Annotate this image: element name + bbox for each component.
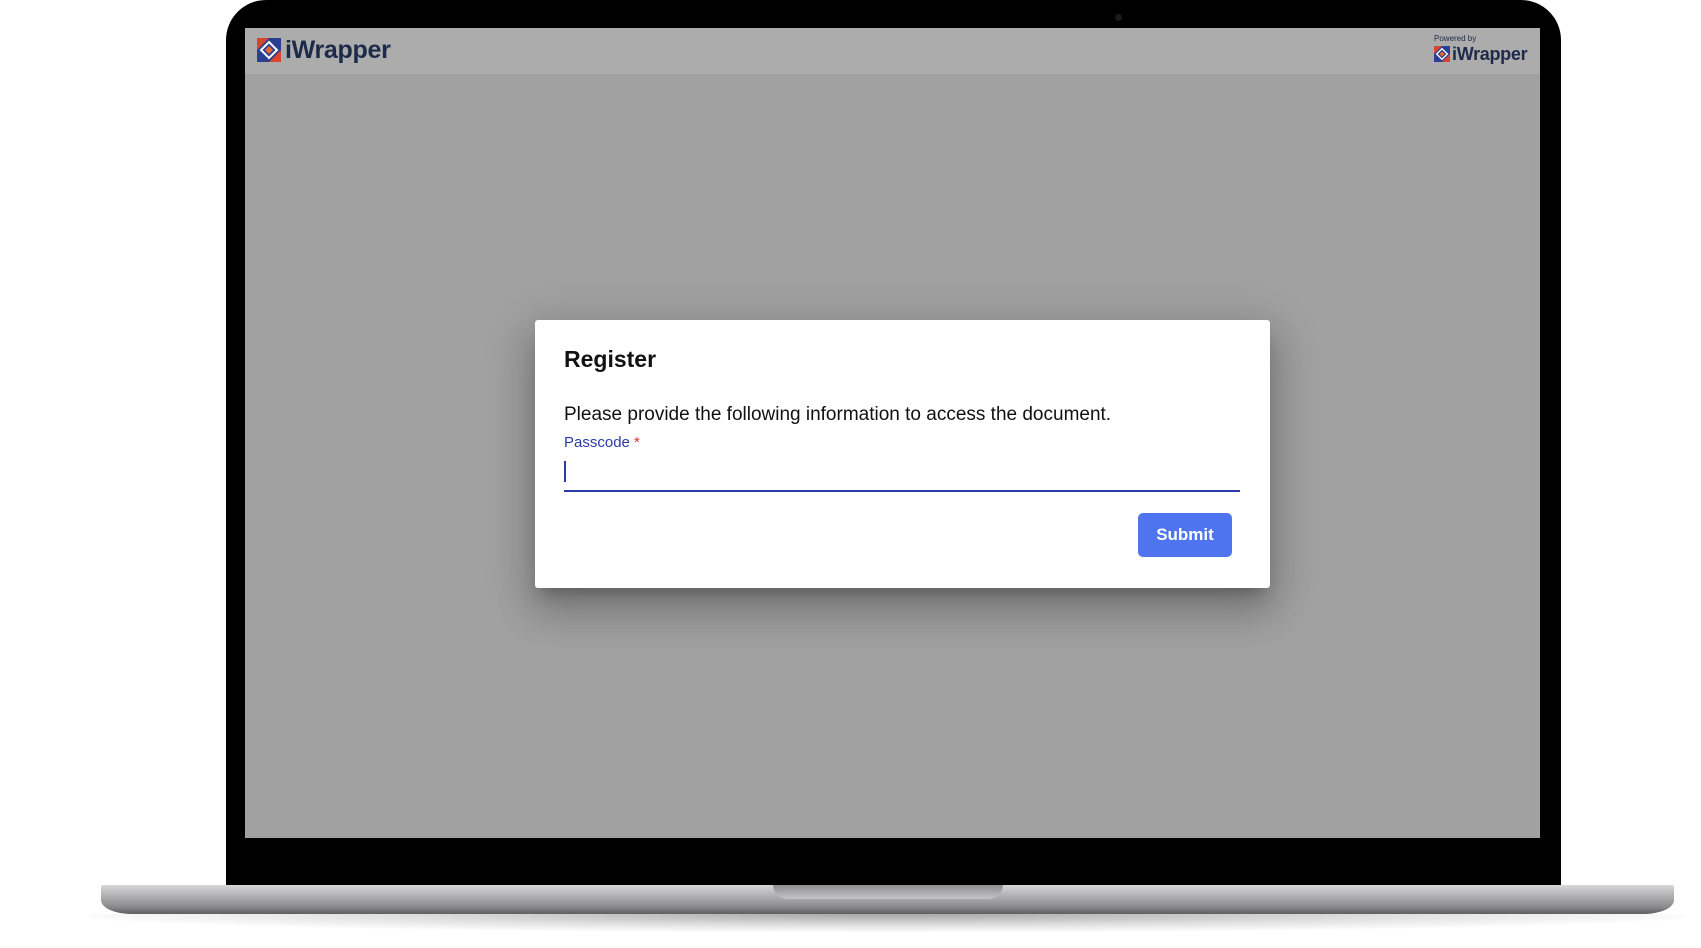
- passcode-label: Passcode *: [564, 434, 640, 451]
- submit-button[interactable]: Submit: [1138, 513, 1232, 557]
- powered-by-label: Powered by: [1434, 34, 1477, 43]
- iwrapper-logo-icon: [257, 38, 281, 62]
- passcode-label-text: Passcode: [564, 434, 630, 451]
- text-cursor: [564, 461, 566, 482]
- iwrapper-logo-icon: [1434, 46, 1450, 62]
- browser-screen: iWrapper Powered by iWrapper Register Pl…: [245, 28, 1540, 838]
- powered-by-badge[interactable]: Powered by iWrapper: [1434, 34, 1534, 68]
- powered-by-brand-name: iWrapper: [1452, 44, 1528, 64]
- camera-icon: [1115, 14, 1122, 21]
- dialog-message: Please provide the following information…: [564, 404, 1112, 425]
- register-dialog: Register Please provide the following in…: [535, 320, 1270, 588]
- app-header: iWrapper Powered by iWrapper: [245, 28, 1540, 74]
- laptop-shadow: [90, 914, 1685, 932]
- required-marker: *: [634, 434, 640, 451]
- brand-name: iWrapper: [285, 36, 391, 64]
- laptop-mockup: iWrapper Powered by iWrapper Register Pl…: [0, 0, 1701, 948]
- dialog-title: Register: [564, 346, 657, 372]
- laptop-hinge-notch: [773, 885, 1003, 899]
- passcode-input[interactable]: [564, 454, 1240, 492]
- brand-logo[interactable]: iWrapper: [257, 37, 391, 63]
- powered-by-brand: iWrapper: [1434, 44, 1528, 64]
